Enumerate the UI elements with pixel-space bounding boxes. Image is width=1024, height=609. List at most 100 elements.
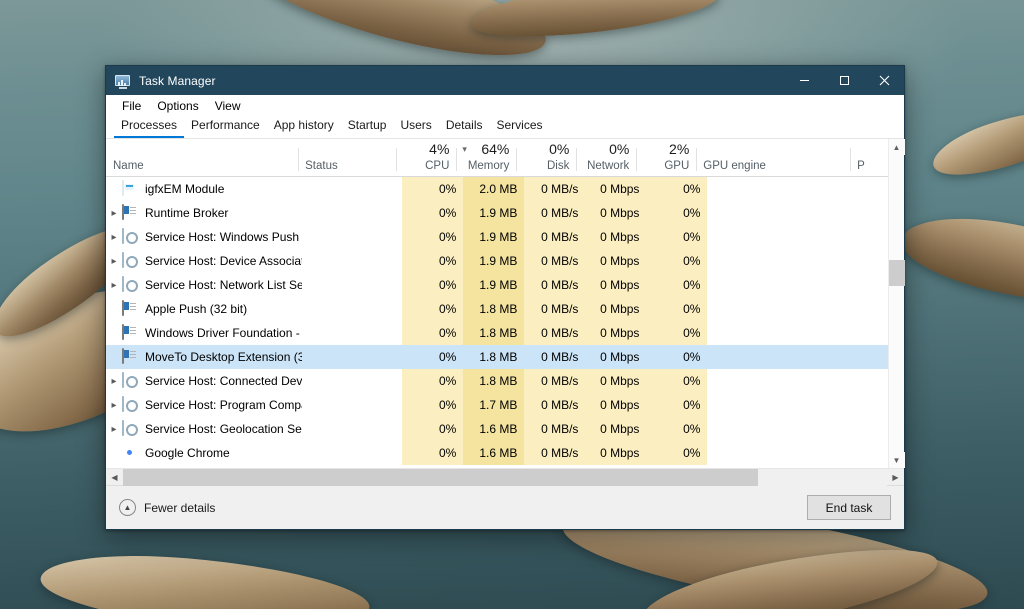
menu-item-view[interactable]: View [207,97,249,115]
expander-placeholder: ▸ [106,184,122,195]
tab-startup[interactable]: Startup [341,116,394,138]
process-name-cell[interactable]: ▸igfxEM Module [106,177,302,201]
table-row[interactable]: ▸Service Host: Network List Service0%1.9… [106,273,904,297]
column-header-network[interactable]: 0% Network [576,139,636,176]
table-row[interactable]: ▸Service Host: Connected Device... 0% 1.8 … [106,369,904,393]
tab-performance[interactable]: Performance [184,116,267,138]
process-gpu-value: 0% [683,374,700,388]
menu-item-file[interactable]: File [114,97,149,115]
column-header-disk[interactable]: 0% Disk [516,139,576,176]
tab-processes[interactable]: Processes [114,116,184,138]
status-bar: ▲ Fewer details End task [106,485,904,529]
process-name-cell[interactable]: ▸Runtime Broker [106,201,302,225]
scroll-down-icon[interactable]: ▼ [889,452,905,468]
disk-total-percent: 0% [549,142,569,158]
table-row[interactable]: ▸Service Host: Device Associatio...0%1.9… [106,249,904,273]
vertical-scroll-track[interactable] [889,155,905,452]
process-disk-cell: 0 MB/s [524,417,585,441]
column-header-gpu-engine[interactable]: GPU engine [696,139,850,176]
scroll-up-icon[interactable]: ▲ [889,139,905,155]
vertical-scrollbar[interactable]: ▲ ▼ [888,139,904,468]
expand-chevron-icon[interactable]: ▸ [106,400,122,411]
process-disk-value: 0 MB/s [541,422,578,436]
table-row[interactable]: ▸Runtime Broker0%1.9 MB0 MB/s0 Mbps0% [106,201,904,225]
table-row[interactable]: ▸Google Chrome0%1.6 MB0 MB/s0 Mbps0% [106,441,904,465]
process-cpu-cell: 0% [402,417,463,441]
column-header-gpu[interactable]: 2% GPU [636,139,696,176]
fewer-details-button[interactable]: ▲ Fewer details [119,499,215,516]
process-memory-value: 1.6 MB [479,422,517,436]
process-name-label: Apple Push (32 bit) [145,302,247,316]
tab-app-history[interactable]: App history [267,116,341,138]
column-header-name[interactable]: Name [106,139,298,176]
process-cpu-cell: 0% [402,225,463,249]
table-row[interactable]: ▸MoveTo Desktop Extension (32 ...0%1.8 M… [106,345,904,369]
process-name-cell[interactable]: ▸Service Host: Device Associatio... [106,249,302,273]
process-cpu-cell: 0% [402,345,463,369]
process-name-cell[interactable]: ▸Service Host: Program Compati... [106,393,302,417]
process-network-value: 0 Mbps [600,278,639,292]
process-cpu-value: 0% [439,374,456,388]
expand-chevron-icon[interactable]: ▸ [106,280,122,291]
vertical-scroll-thumb[interactable] [889,260,905,286]
process-name-cell[interactable]: ▸Windows Driver Foundation - U... [106,321,302,345]
menu-item-options[interactable]: Options [149,97,206,115]
table-row[interactable]: ▸Windows Driver Foundation - U...0%1.8 M… [106,321,904,345]
column-header-status[interactable]: Status [298,139,396,176]
process-status-cell [302,177,402,201]
horizontal-scrollbar[interactable]: ◀ ▶ [106,468,904,485]
process-network-value: 0 Mbps [600,446,639,460]
column-header-memory[interactable]: ▾ 64% Memory [456,139,516,176]
process-cpu-cell: 0% [402,297,463,321]
process-disk-value: 0 MB/s [541,182,578,196]
tab-strip: Processes Performance App history Startu… [106,117,904,139]
expand-chevron-icon[interactable]: ▸ [106,256,122,267]
column-header-row: Name Status 4% CPU ▾ 64% Memory 0% Disk [106,139,904,177]
expand-chevron-icon[interactable]: ▸ [106,376,122,387]
scroll-left-icon[interactable]: ◀ [106,469,123,486]
end-task-button[interactable]: End task [807,495,891,520]
process-disk-value: 0 MB/s [541,278,578,292]
table-row[interactable]: ▸igfxEM Module0%2.0 MB0 MB/s0 Mbps0% [106,177,904,201]
gear-icon [122,397,138,413]
horizontal-scroll-track[interactable] [123,469,887,486]
process-memory-cell: 2.0 MB [463,177,524,201]
table-row[interactable]: ▸Service Host: Geolocation Service 0% 1.6 … [106,417,904,441]
expand-chevron-icon[interactable]: ▸ [106,232,122,243]
maximize-button[interactable] [824,66,864,95]
process-gpu-cell: 0% [646,273,707,297]
process-memory-cell: 1.9 MB [463,201,524,225]
tab-details[interactable]: Details [439,116,490,138]
process-name-cell[interactable]: ▸Service Host: Windows Push No... [106,225,302,249]
table-row[interactable]: ▸Service Host: Windows Push No...0%1.9 M… [106,225,904,249]
process-name-cell[interactable]: ▸Service Host: Connected Device... [106,369,302,393]
process-network-value: 0 Mbps [600,398,639,412]
process-gpu-value: 0% [683,422,700,436]
close-button[interactable] [864,66,904,95]
process-gpu-cell: 0% [646,201,707,225]
scroll-right-icon[interactable]: ▶ [887,469,904,486]
column-header-cpu[interactable]: 4% CPU [396,139,456,176]
window-titlebar[interactable]: Task Manager [106,66,904,95]
process-gpu-engine-cell [707,225,864,249]
process-memory-value: 1.8 MB [479,374,517,388]
tab-users[interactable]: Users [393,116,438,138]
minimize-button[interactable] [784,66,824,95]
process-disk-cell: 0 MB/s [524,369,585,393]
process-name-cell[interactable]: ▸Google Chrome [106,441,302,465]
process-name-cell[interactable]: ▸Apple Push (32 bit) [106,297,302,321]
driftwood-branch [896,206,1024,315]
table-row[interactable]: ▸Apple Push (32 bit)0%1.8 MB0 MB/s0 Mbps… [106,297,904,321]
table-row[interactable]: ▸Service Host: Program Compati...0%1.7 M… [106,393,904,417]
expand-chevron-icon[interactable]: ▸ [106,424,122,435]
column-header-power[interactable]: P [850,139,889,176]
expand-chevron-icon[interactable]: ▸ [106,208,122,219]
horizontal-scroll-thumb[interactable] [123,469,758,486]
process-status-cell [302,393,402,417]
process-name-cell[interactable]: ▸MoveTo Desktop Extension (32 ... [106,345,302,369]
process-network-value: 0 Mbps [600,374,639,388]
process-gpu-value: 0% [683,350,700,364]
tab-services[interactable]: Services [490,116,550,138]
process-name-cell[interactable]: ▸Service Host: Network List Service [106,273,302,297]
process-name-cell[interactable]: ▸Service Host: Geolocation Service [106,417,302,441]
